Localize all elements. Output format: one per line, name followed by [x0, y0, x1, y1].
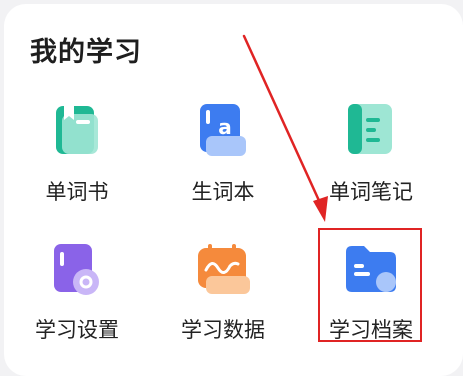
tile-label: 单词书 [45, 180, 109, 204]
tile-label: 学习设置 [35, 318, 119, 342]
study-settings-icon [46, 240, 108, 302]
tile-label: 学习数据 [181, 318, 265, 342]
tile-study-data[interactable]: 学习数据 [148, 0, 298, 342]
tile-label: 生词本 [191, 180, 255, 204]
tile-study-archive[interactable]: 学习档案 [296, 0, 446, 342]
tile-study-settings[interactable]: 学习设置 [2, 0, 152, 342]
tile-label: 单词笔记 [329, 180, 413, 204]
highlight-box [318, 228, 422, 342]
study-data-icon [192, 240, 254, 302]
